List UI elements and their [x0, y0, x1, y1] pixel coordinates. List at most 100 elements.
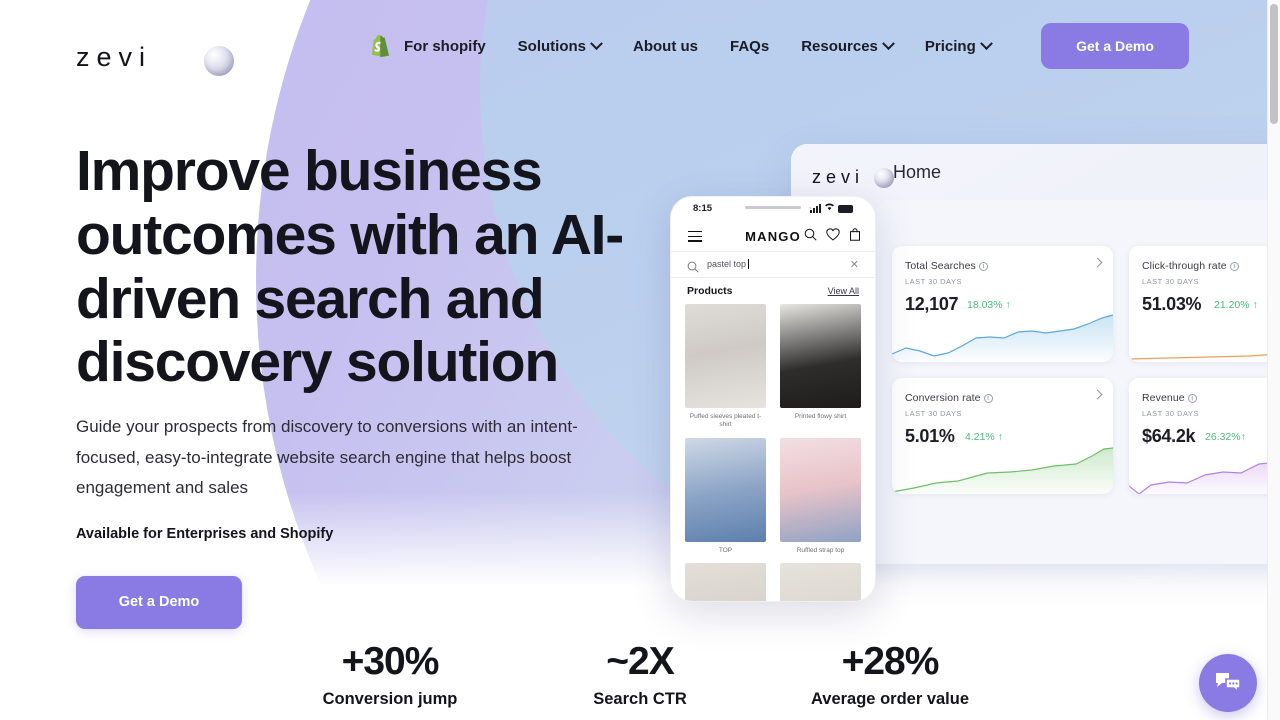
- shopping-bag-icon[interactable]: [849, 228, 861, 246]
- stat-conversion-jump: +30% Conversion jump: [265, 640, 515, 709]
- phone-products-header: Products View All: [671, 278, 875, 304]
- metric-card-click-through-rate[interactable]: Click-through rate i LAST 30 DAYS 51.03% …: [1129, 246, 1280, 362]
- battery-icon: [838, 205, 853, 213]
- stat-value: ~2X: [606, 640, 674, 683]
- wifi-icon: [824, 202, 835, 213]
- nav-item-resources[interactable]: Resources: [785, 30, 909, 63]
- product-card[interactable]: [685, 563, 766, 601]
- dashboard-logo-wordmark: zevi: [812, 167, 865, 187]
- metric-card-sparkline: [1129, 353, 1280, 362]
- product-name: TOP: [718, 546, 733, 554]
- hero-availability-note: Available for Enterprises and Shopify: [76, 525, 334, 542]
- metric-card-total-searches[interactable]: Total Searches i LAST 30 DAYS 12,107 18.0…: [892, 246, 1113, 362]
- metric-card-sparkline: [1129, 461, 1280, 494]
- hero-copy: Improve business outcomes with an AI-dri…: [76, 139, 636, 629]
- product-name: Printed flowy shirt: [794, 413, 847, 420]
- metric-card-sparkline: [892, 447, 1113, 494]
- product-name: Ruffled strap top: [796, 546, 845, 554]
- stat-label: Search CTR: [593, 690, 687, 708]
- phone-mockup: 8:15 MANGO pastel top ✕ Products View Al…: [670, 196, 876, 602]
- nav-item-pricing[interactable]: Pricing: [909, 30, 1007, 63]
- products-section-label: Products: [687, 285, 733, 297]
- stat-value: +28%: [841, 640, 940, 683]
- chevron-right-icon[interactable]: [1092, 257, 1103, 268]
- nav-item-label: Resources: [801, 37, 878, 55]
- phone-notch: [745, 206, 801, 209]
- chevron-down-icon: [882, 36, 895, 50]
- nav-item-label: FAQs: [730, 37, 770, 55]
- product-card[interactable]: TOP: [685, 437, 766, 555]
- metric-card-period: LAST 30 DAYS: [905, 277, 962, 286]
- info-icon[interactable]: i: [1229, 262, 1239, 271]
- cellular-signal-icon: [810, 204, 821, 213]
- top-navigation: zevi For shopify Solutions About us FAQs…: [0, 0, 1280, 92]
- product-card[interactable]: Ruffled strap top: [780, 437, 861, 555]
- metric-card-title: Revenue i: [1142, 392, 1197, 404]
- nav-item-label: Pricing: [924, 37, 976, 55]
- phone-search-input[interactable]: pastel top: [707, 259, 750, 269]
- metric-card-sparkline: [892, 314, 1113, 362]
- store-name: MANGO: [745, 228, 801, 244]
- metric-card-title: Total Searches i: [905, 260, 988, 272]
- info-icon[interactable]: i: [1187, 394, 1197, 403]
- chat-widget-button[interactable]: [1199, 654, 1257, 712]
- metric-card-conversion-rate[interactable]: Conversion rate i LAST 30 DAYS 5.01% 4.21…: [892, 378, 1113, 494]
- product-image: [780, 437, 861, 542]
- logo-wordmark: zevi: [76, 42, 153, 72]
- page-scrollbar[interactable]: [1267, 0, 1280, 720]
- heart-icon[interactable]: [826, 228, 840, 246]
- product-card[interactable]: Printed flowy shirt: [780, 304, 861, 430]
- hero-subtitle: Guide your prospects from discovery to c…: [76, 417, 578, 498]
- product-image: [685, 437, 766, 542]
- nav-item-about-us[interactable]: About us: [617, 30, 714, 63]
- hamburger-menu-icon[interactable]: [688, 231, 702, 245]
- clear-search-icon[interactable]: ✕: [850, 260, 859, 271]
- metric-card-period: LAST 30 DAYS: [905, 409, 962, 418]
- get-a-demo-button-hero[interactable]: Get a Demo: [76, 575, 242, 629]
- dashboard-body: Total Searches i LAST 30 DAYS 12,107 18.0…: [877, 200, 1280, 564]
- metric-card-title: Click-through rate i: [1142, 260, 1239, 272]
- product-card[interactable]: Puffed sleeves pleated t-shirt: [685, 304, 766, 430]
- scrollbar-thumb[interactable]: [1270, 4, 1278, 124]
- stats-strip: +30% Conversion jump ~2X Search CTR +28%…: [0, 640, 1280, 709]
- chevron-right-icon[interactable]: [1092, 389, 1103, 400]
- phone-search-bar[interactable]: pastel top ✕: [671, 251, 875, 278]
- shopify-icon: [371, 35, 390, 57]
- stat-search-ctr: ~2X Search CTR: [515, 640, 765, 709]
- phone-app-header: MANGO: [671, 221, 875, 251]
- metric-card-period: LAST 30 DAYS: [1142, 277, 1199, 286]
- product-image: [685, 563, 766, 601]
- info-icon[interactable]: i: [978, 262, 988, 271]
- product-card[interactable]: [780, 563, 861, 601]
- phone-status-icons: [810, 202, 853, 213]
- nav-items: For shopify Solutions About us FAQs Reso…: [355, 0, 1007, 92]
- info-icon[interactable]: i: [983, 394, 993, 403]
- chat-bubbles-icon: [1216, 673, 1241, 695]
- phone-status-bar: 8:15: [671, 197, 875, 221]
- nav-item-for-shopify[interactable]: For shopify: [355, 27, 502, 65]
- phone-clock: 8:15: [693, 203, 713, 214]
- nav-item-label: For shopify: [404, 37, 486, 55]
- sphere-icon: [204, 46, 234, 76]
- view-all-link[interactable]: View All: [828, 286, 859, 296]
- sphere-icon: [874, 168, 894, 188]
- search-icon[interactable]: [804, 228, 817, 246]
- stat-average-order-value: +28% Average order value: [765, 640, 1015, 709]
- nav-item-label: About us: [633, 37, 698, 55]
- dashboard-header: zevi Home: [791, 144, 1280, 200]
- site-logo[interactable]: zevi: [76, 26, 234, 76]
- stat-label: Conversion jump: [322, 690, 458, 708]
- metric-card-title: Conversion rate i: [905, 392, 993, 404]
- product-name: Puffed sleeves pleated t-shirt: [689, 413, 762, 429]
- product-image: [780, 563, 861, 601]
- get-a-demo-button-nav[interactable]: Get a Demo: [1041, 23, 1189, 69]
- stat-label: Average order value: [810, 690, 970, 708]
- metric-card-period: LAST 30 DAYS: [1142, 409, 1199, 418]
- text-cursor: [748, 259, 750, 269]
- nav-item-solutions[interactable]: Solutions: [502, 30, 617, 63]
- chevron-down-icon: [979, 36, 993, 50]
- metric-card-revenue[interactable]: Revenue i LAST 30 DAYS $64.2k 26.32%↑: [1129, 378, 1280, 494]
- dashboard-page-title: Home: [893, 162, 942, 182]
- product-image: [685, 304, 766, 408]
- nav-item-faqs[interactable]: FAQs: [714, 30, 785, 63]
